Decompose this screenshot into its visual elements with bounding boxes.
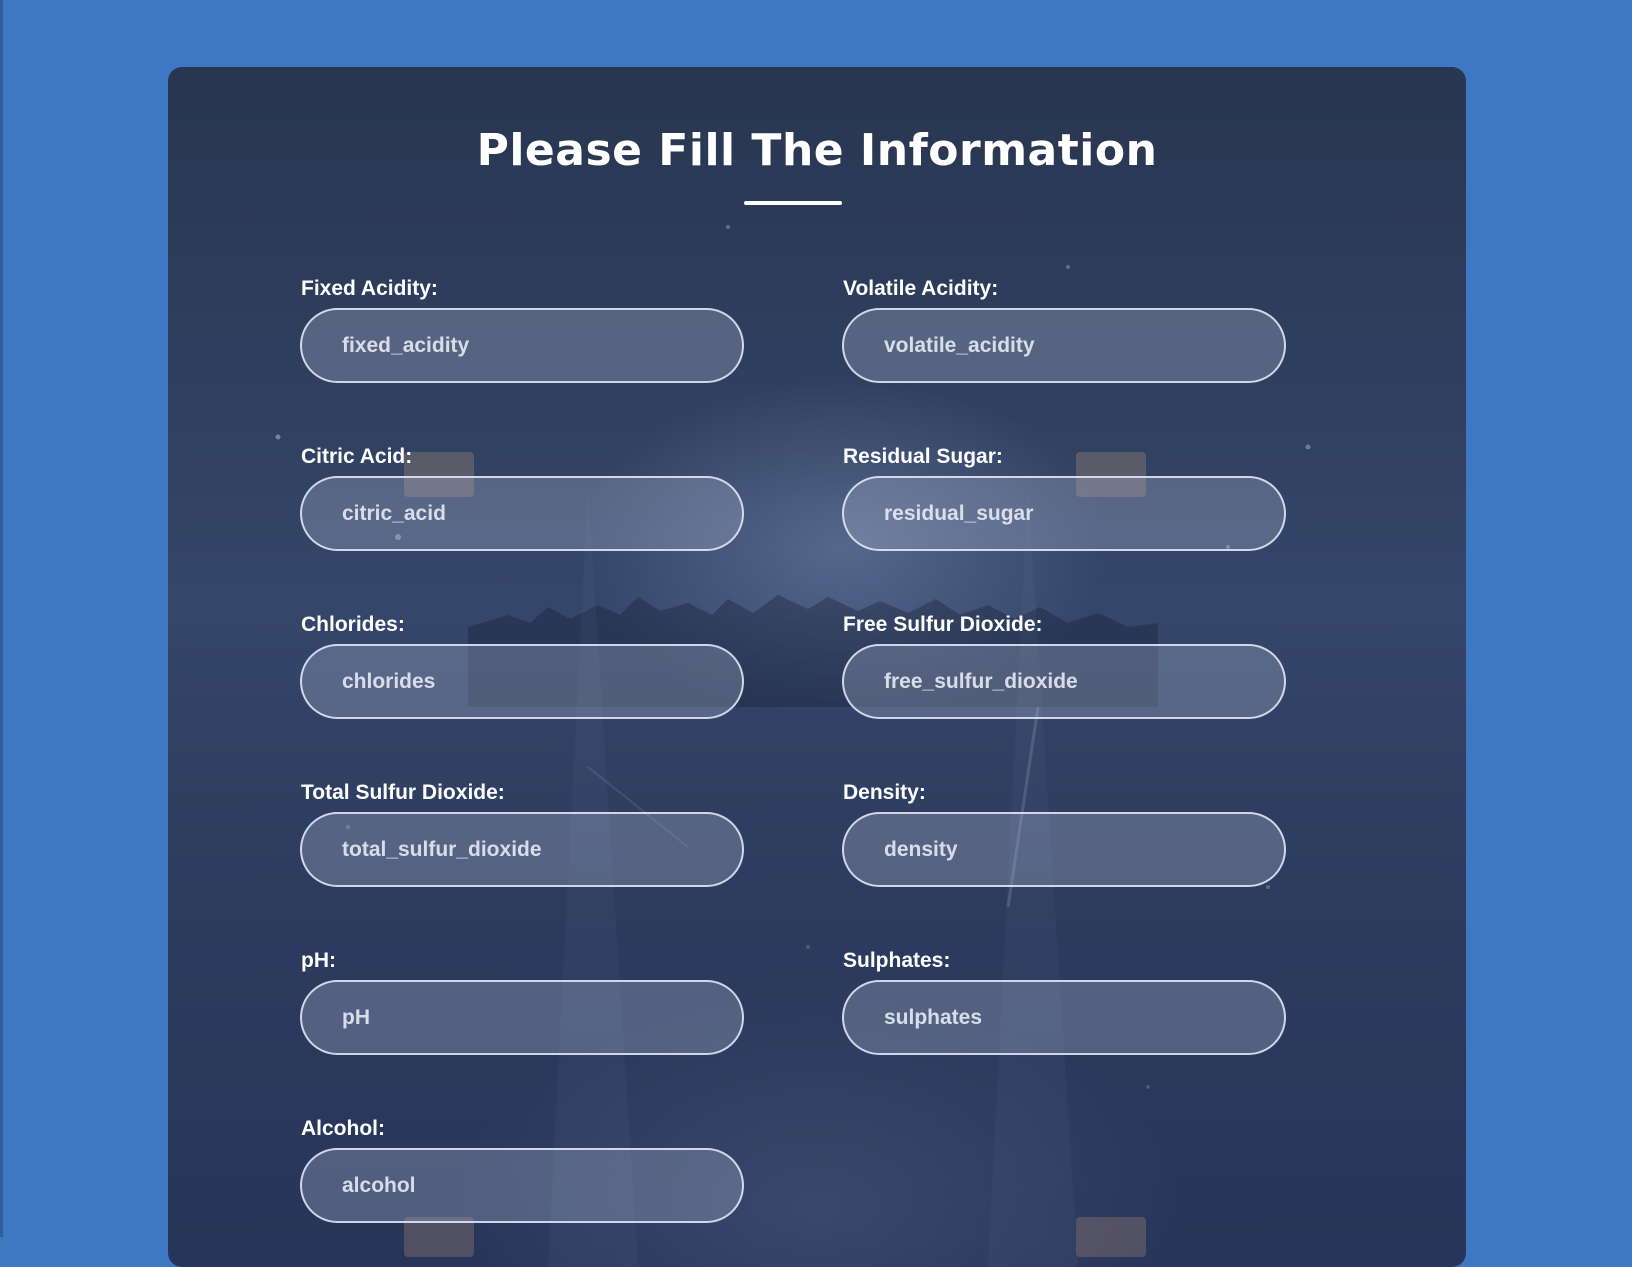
alcohol-label: Alcohol: <box>301 1117 385 1140</box>
total-sulfur-dioxide-label: Total Sulfur Dioxide: <box>301 781 505 804</box>
field-ph: pH: <box>300 948 744 1055</box>
chlorides-label: Chlorides: <box>301 613 405 636</box>
alcohol-input[interactable] <box>300 1148 744 1223</box>
field-volatile-acidity: Volatile Acidity: <box>842 276 1286 383</box>
field-fixed-acidity: Fixed Acidity: <box>300 276 744 383</box>
form-title: Please Fill The Information <box>476 125 1158 176</box>
ph-input[interactable] <box>300 980 744 1055</box>
field-sulphates: Sulphates: <box>842 948 1286 1055</box>
total-sulfur-dioxide-input[interactable] <box>300 812 744 887</box>
form-card: Please Fill The Information Fixed Acidit… <box>168 67 1466 1267</box>
density-label: Density: <box>843 781 926 804</box>
field-free-sulfur-dioxide: Free Sulfur Dioxide: <box>842 612 1286 719</box>
field-citric-acid: Citric Acid: <box>300 444 744 551</box>
fixed-acidity-input[interactable] <box>300 308 744 383</box>
field-chlorides: Chlorides: <box>300 612 744 719</box>
free-sulfur-dioxide-label: Free Sulfur Dioxide: <box>843 613 1043 636</box>
fixed-acidity-label: Fixed Acidity: <box>301 277 438 300</box>
volatile-acidity-label: Volatile Acidity: <box>843 277 999 300</box>
density-input[interactable] <box>842 812 1286 887</box>
citric-acid-label: Citric Acid: <box>301 445 413 468</box>
page-left-edge <box>0 0 3 1237</box>
field-residual-sugar: Residual Sugar: <box>842 444 1286 551</box>
title-underline <box>744 201 842 205</box>
field-total-sulfur-dioxide: Total Sulfur Dioxide: <box>300 780 744 887</box>
chlorides-input[interactable] <box>300 644 744 719</box>
field-alcohol: Alcohol: <box>300 1116 744 1223</box>
residual-sugar-input[interactable] <box>842 476 1286 551</box>
free-sulfur-dioxide-input[interactable] <box>842 644 1286 719</box>
field-density: Density: <box>842 780 1286 887</box>
volatile-acidity-input[interactable] <box>842 308 1286 383</box>
sulphates-input[interactable] <box>842 980 1286 1055</box>
ph-label: pH: <box>301 949 336 972</box>
citric-acid-input[interactable] <box>300 476 744 551</box>
residual-sugar-label: Residual Sugar: <box>843 445 1003 468</box>
sulphates-label: Sulphates: <box>843 949 951 972</box>
